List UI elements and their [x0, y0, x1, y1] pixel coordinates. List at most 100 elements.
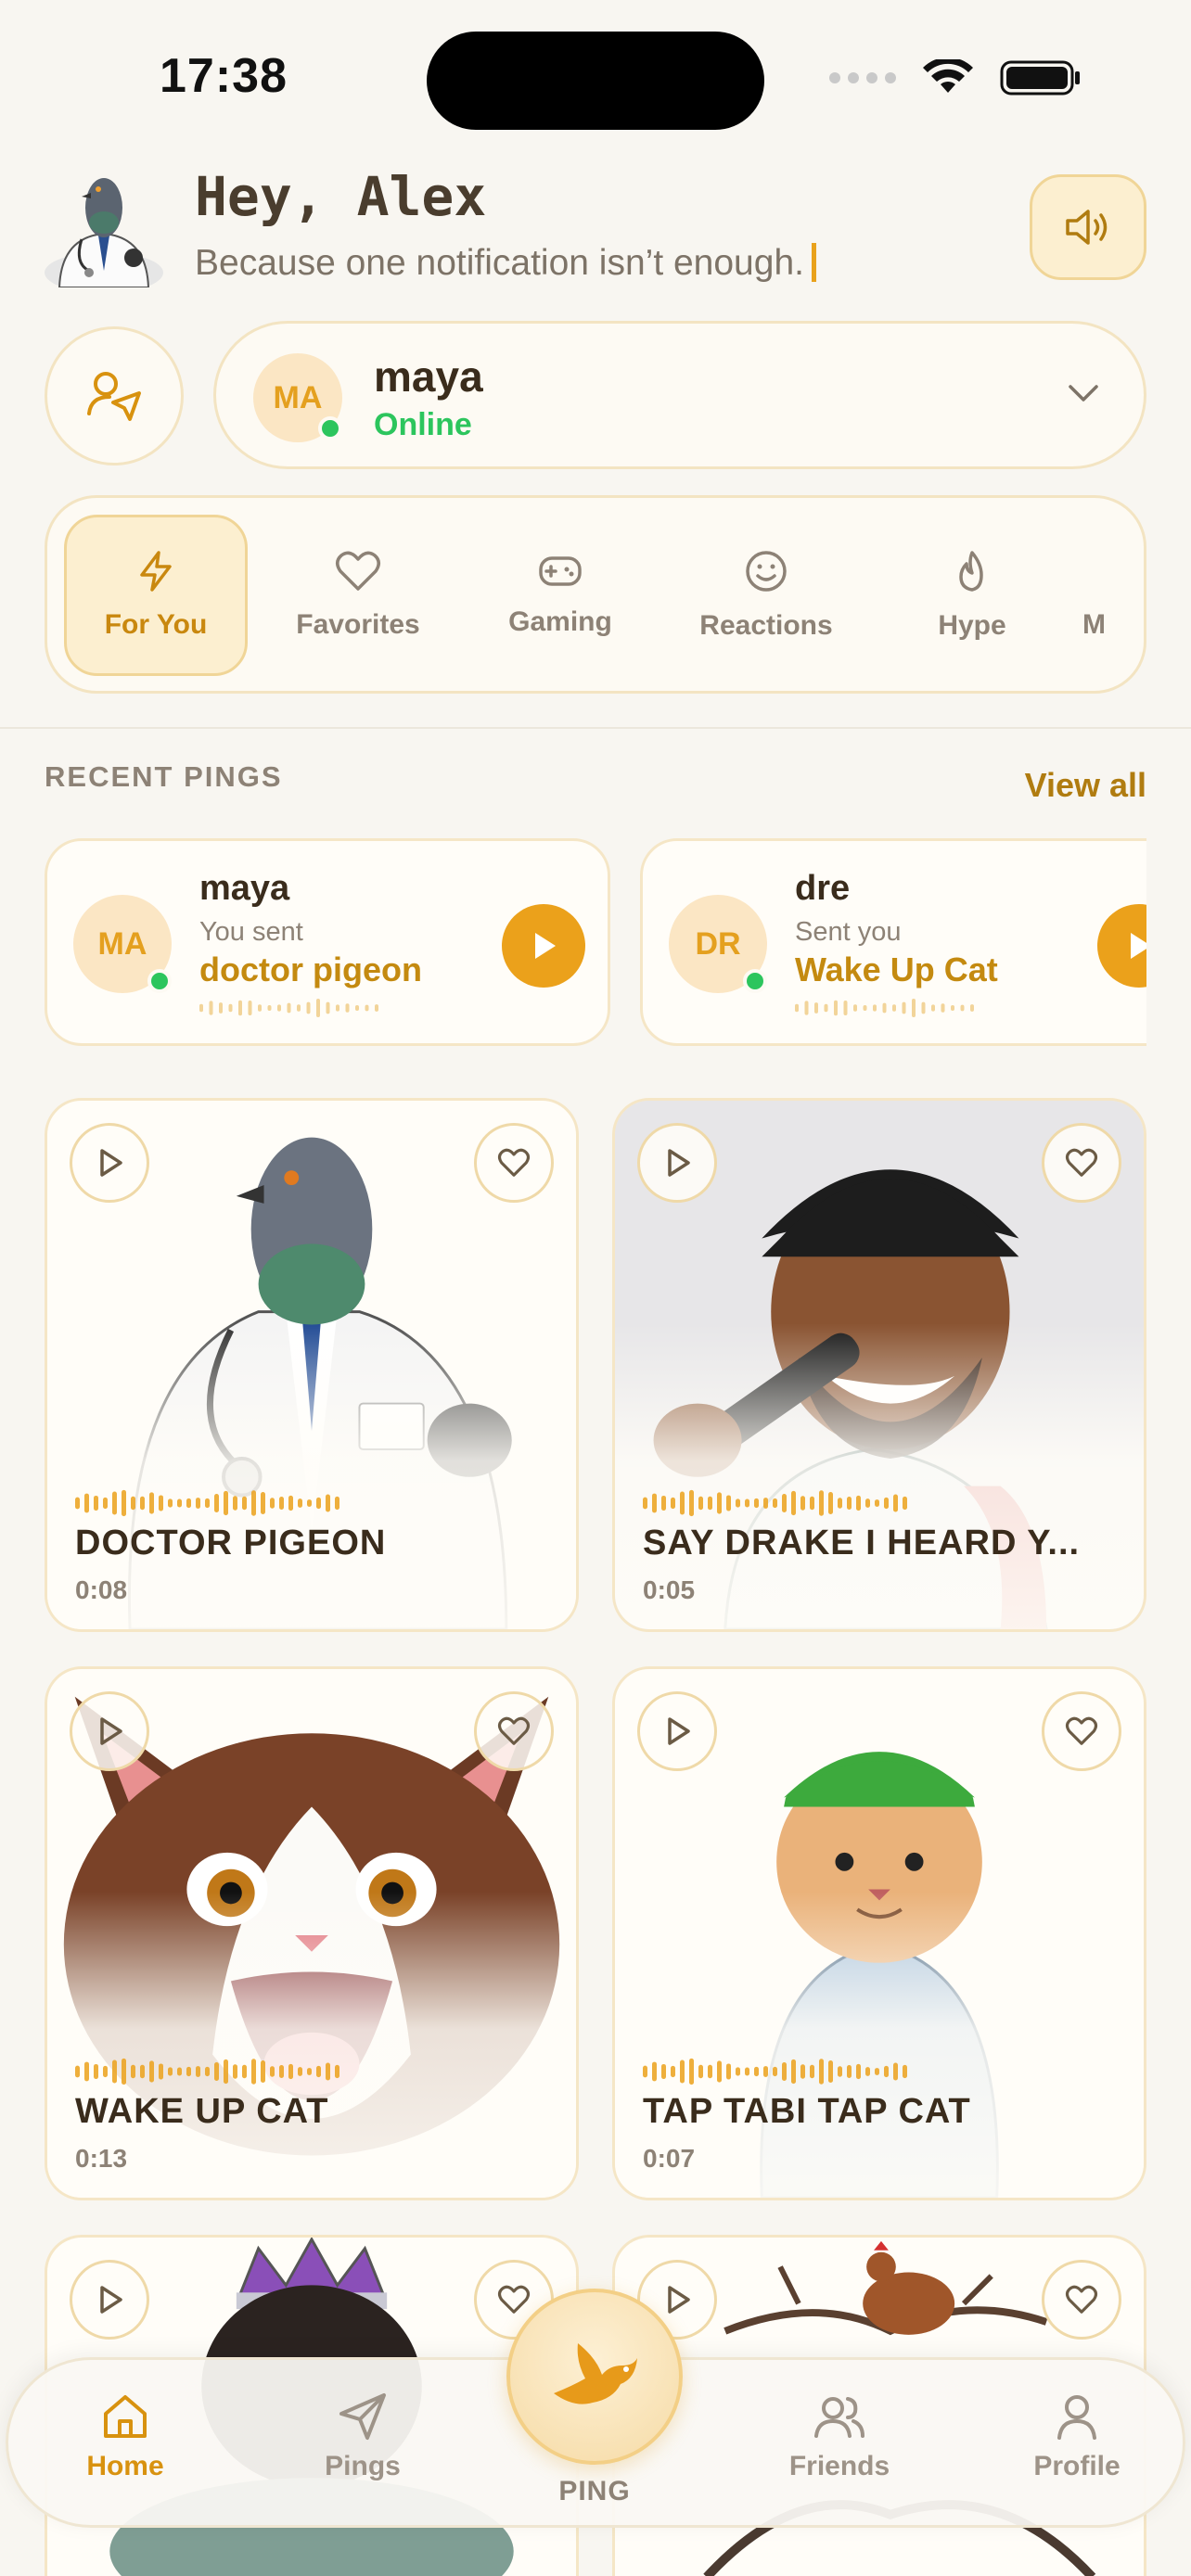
gamepad-icon — [539, 556, 582, 586]
category-tabs: For You Favorites Gaming Reactions Hype … — [45, 495, 1146, 694]
recipient-selector[interactable]: MA maya Online — [213, 321, 1146, 469]
favorite-button[interactable] — [1042, 1123, 1121, 1203]
sound-duration: 0:08 — [75, 1575, 128, 1604]
sound-toggle-button[interactable] — [1030, 174, 1146, 280]
online-indicator — [318, 416, 342, 440]
tab-hype[interactable]: Hype — [880, 515, 1064, 676]
nav-pings[interactable]: Pings — [279, 2391, 446, 2482]
favorite-button[interactable] — [474, 1123, 554, 1203]
tab-favorites[interactable]: Favorites — [266, 515, 450, 676]
favorite-button[interactable] — [1042, 1691, 1121, 1771]
sound-card-doctor-pigeon[interactable]: DOCTOR PIGEON 0:08 — [45, 1098, 579, 1632]
sound-duration: 0:05 — [643, 1575, 696, 1604]
send-to-user-button[interactable] — [45, 326, 184, 465]
heart-icon — [497, 1148, 531, 1177]
play-icon — [668, 1149, 690, 1177]
tab-label: Hype — [938, 610, 1006, 641]
flame-icon — [959, 551, 983, 592]
recent-ping-card[interactable]: DR dre Sent you Wake Up Cat — [640, 838, 1146, 1046]
favorite-button[interactable] — [1042, 2260, 1121, 2340]
friends-icon — [814, 2397, 864, 2438]
play-icon — [668, 1717, 690, 1745]
heart-icon — [497, 1716, 531, 1745]
ping-button[interactable] — [506, 2289, 683, 2465]
sound-title: DOCTOR PIGEON — [75, 1524, 387, 1562]
play-button[interactable] — [637, 1123, 717, 1203]
heart-icon — [497, 2285, 531, 2314]
heart-icon — [1065, 1148, 1098, 1177]
tab-more-partial[interactable]: M — [1064, 515, 1144, 676]
recent-name: maya — [199, 869, 290, 908]
recipient-name: maya — [374, 352, 483, 401]
nav-label: Home — [86, 2451, 164, 2481]
tab-label: Favorites — [296, 609, 420, 640]
ping-label: PING — [558, 2476, 631, 2506]
waveform-icon — [75, 1489, 339, 1517]
cellular-signal-icon — [829, 72, 896, 83]
nav-friends[interactable]: Friends — [756, 2391, 923, 2482]
play-icon — [1131, 933, 1146, 959]
paper-plane-icon — [339, 2393, 386, 2440]
play-button[interactable] — [502, 904, 585, 988]
waveform-icon — [75, 2058, 339, 2085]
greeting-title: Hey, Alex — [195, 165, 487, 228]
dynamic-island — [427, 32, 764, 130]
heart-icon — [1065, 1716, 1098, 1745]
play-icon — [668, 2286, 690, 2314]
sound-title: SAY DRAKE I HEARD Y... — [643, 1524, 1081, 1562]
recent-action: Sent you — [795, 917, 902, 947]
wifi-icon — [922, 59, 974, 96]
sound-card-tap-tabi-tap-cat[interactable]: TAP TABI TAP CAT 0:07 — [612, 1666, 1146, 2200]
home-icon — [104, 2395, 147, 2438]
play-icon — [100, 1717, 122, 1745]
tab-label: M — [1082, 609, 1106, 640]
status-time: 17:38 — [160, 49, 288, 103]
recent-name: dre — [795, 869, 851, 908]
recent-pings-list: MA maya You sent doctor pigeon DR dre Se… — [45, 838, 1146, 1048]
chevron-down-icon — [1069, 385, 1098, 402]
nav-label: Profile — [1033, 2451, 1121, 2481]
sound-title: TAP TABI TAP CAT — [643, 2092, 971, 2131]
favorite-button[interactable] — [474, 1691, 554, 1771]
recipient-status: Online — [374, 407, 472, 442]
tagline: Because one notification isn’t enough. — [195, 243, 816, 284]
recent-sound-name: doctor pigeon — [199, 950, 422, 988]
nav-home[interactable]: Home — [42, 2391, 209, 2482]
sound-duration: 0:07 — [643, 2144, 696, 2173]
online-indicator — [743, 969, 767, 993]
play-icon — [535, 933, 556, 959]
bird-icon — [554, 2343, 637, 2404]
heart-icon — [336, 551, 380, 591]
tagline-text: Because one notification isn’t enough. — [195, 243, 804, 283]
section-divider — [0, 727, 1191, 729]
text-caret — [811, 243, 816, 282]
play-button[interactable] — [637, 1691, 717, 1771]
play-icon — [100, 2286, 122, 2314]
heart-icon — [1065, 2285, 1098, 2314]
recent-ping-card[interactable]: MA maya You sent doctor pigeon — [45, 838, 610, 1046]
tab-label: Gaming — [508, 606, 612, 637]
recent-action: You sent — [199, 917, 303, 947]
speaker-icon — [1066, 210, 1108, 245]
sound-card-wake-up-cat[interactable]: WAKE UP CAT 0:13 — [45, 1666, 579, 2200]
nav-profile[interactable]: Profile — [993, 2391, 1160, 2482]
waveform-icon — [643, 2058, 907, 2085]
tab-for-you[interactable]: For You — [64, 515, 248, 676]
sound-card-say-drake[interactable]: SAY DRAKE I HEARD Y... 0:05 — [612, 1098, 1146, 1632]
recent-sound-name: Wake Up Cat — [795, 950, 998, 988]
play-icon — [100, 1149, 122, 1177]
play-button[interactable] — [1097, 904, 1146, 988]
view-all-link[interactable]: View all — [1025, 766, 1146, 805]
tab-label: Reactions — [699, 610, 833, 641]
online-indicator — [147, 969, 172, 993]
play-button[interactable] — [70, 2260, 149, 2340]
tab-gaming[interactable]: Gaming — [468, 515, 652, 676]
play-button[interactable] — [70, 1123, 149, 1203]
lightning-icon — [140, 551, 172, 592]
nav-label: Pings — [325, 2451, 401, 2481]
waveform-icon — [795, 999, 974, 1017]
play-button[interactable] — [70, 1691, 149, 1771]
smiley-icon — [746, 551, 787, 592]
user-avatar[interactable] — [41, 161, 167, 293]
tab-reactions[interactable]: Reactions — [674, 515, 858, 676]
